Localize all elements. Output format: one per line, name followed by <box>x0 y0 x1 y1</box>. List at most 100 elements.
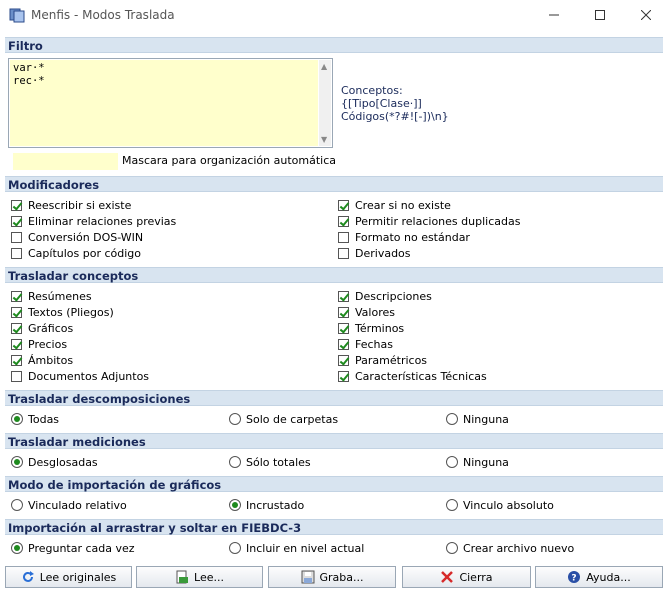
concepts-line: Conceptos: <box>341 84 403 97</box>
modificador-checkbox[interactable] <box>11 200 22 211</box>
button-label: Ayuda... <box>586 570 631 584</box>
arrastrar-radio[interactable] <box>11 542 23 554</box>
graficos-radio[interactable] <box>446 499 458 511</box>
section-trasladar-conceptos: Trasladar conceptos <box>5 267 663 283</box>
close-icon <box>641 10 651 20</box>
modificador-label: Crear si no existe <box>355 199 451 212</box>
lee-button[interactable]: Lee... <box>136 566 263 588</box>
filter-line: rec·* <box>13 75 45 87</box>
button-label: Lee... <box>194 570 224 584</box>
section-title: Modificadores <box>8 178 100 192</box>
concepto-checkbox[interactable] <box>11 371 22 382</box>
section-title: Trasladar conceptos <box>8 269 139 283</box>
button-label: Graba... <box>319 570 364 584</box>
concepto-label: Términos <box>355 322 405 335</box>
concepto-checkbox[interactable] <box>11 339 22 350</box>
concepts-hint: Conceptos: {[Tipo[Clase·]] Códigos(*?#![… <box>341 84 449 123</box>
section-mediciones: Trasladar mediciones <box>5 433 663 449</box>
descomposiciones-radio[interactable] <box>229 413 241 425</box>
modificador-checkbox[interactable] <box>338 216 349 227</box>
descomposiciones-option-label: Solo de carpetas <box>246 413 339 426</box>
section-filtro: Filtro <box>5 37 663 53</box>
concepto-label: Gráficos <box>28 322 74 335</box>
scroll-up-icon[interactable]: ▲ <box>321 62 327 71</box>
descomposiciones-radio[interactable] <box>11 413 23 425</box>
modificador-checkbox[interactable] <box>11 216 22 227</box>
modificador-checkbox[interactable] <box>338 248 349 259</box>
button-label: Lee originales <box>39 570 117 584</box>
section-arrastrar: Importación al arrastrar y soltar en FIE… <box>5 519 663 535</box>
close-window-button[interactable] <box>623 0 669 30</box>
modificador-label: Formato no estándar <box>355 231 470 244</box>
concepto-checkbox[interactable] <box>11 291 22 302</box>
modificador-checkbox[interactable] <box>11 232 22 243</box>
graficos-option-label: Vinculado relativo <box>28 499 127 512</box>
concepto-label: Textos (Pliegos) <box>28 306 114 319</box>
maximize-button[interactable] <box>577 0 623 30</box>
section-title: Filtro <box>8 39 43 53</box>
concepto-checkbox[interactable] <box>338 339 349 350</box>
concepto-label: Resúmenes <box>28 290 92 303</box>
concepto-checkbox[interactable] <box>338 371 349 382</box>
concepto-label: Paramétricos <box>355 354 428 367</box>
concepto-checkbox[interactable] <box>338 323 349 334</box>
section-graficos: Modo de importación de gráficos <box>5 476 663 492</box>
section-title: Trasladar mediciones <box>8 435 146 449</box>
open-icon <box>176 570 189 584</box>
section-modificadores: Modificadores <box>5 176 663 192</box>
concepto-label: Fechas <box>355 338 393 351</box>
filter-scrollbar[interactable]: ▲ ▼ <box>319 60 331 146</box>
arrastrar-radio[interactable] <box>229 542 241 554</box>
mediciones-option-label: Desglosadas <box>28 456 98 469</box>
modificador-checkbox[interactable] <box>338 232 349 243</box>
minimize-icon <box>549 14 559 16</box>
descomposiciones-radio[interactable] <box>446 413 458 425</box>
modificador-label: Capítulos por código <box>28 247 142 260</box>
lee-originales-button[interactable]: Lee originales <box>5 566 132 588</box>
refresh-icon <box>22 571 34 582</box>
concepto-checkbox[interactable] <box>11 355 22 366</box>
section-title: Trasladar descomposiciones <box>8 392 191 406</box>
mask-label: Mascara para organización automática <box>122 154 336 167</box>
mediciones-option-label: Ninguna <box>463 456 509 469</box>
concepto-checkbox[interactable] <box>338 291 349 302</box>
arrastrar-option-label: Preguntar cada vez <box>28 542 135 555</box>
concepts-line: {[Tipo[Clase·]] <box>341 97 422 110</box>
arrastrar-option-label: Incluir en nivel actual <box>246 542 365 555</box>
modificador-label: Derivados <box>355 247 411 260</box>
arrastrar-radio[interactable] <box>446 542 458 554</box>
modificador-label: Reescribir si existe <box>28 199 132 212</box>
mediciones-radio[interactable] <box>11 456 23 468</box>
graficos-option-label: Vinculo absoluto <box>463 499 554 512</box>
minimize-button[interactable] <box>531 0 577 30</box>
mediciones-radio[interactable] <box>446 456 458 468</box>
filter-textarea[interactable]: var·* rec·* ▲ ▼ <box>8 58 333 148</box>
window-title: Menfis - Modos Traslada <box>31 8 175 22</box>
modificador-checkbox[interactable] <box>11 248 22 259</box>
close-icon <box>441 571 454 583</box>
graba-button[interactable]: Graba... <box>268 566 396 588</box>
mask-input[interactable] <box>13 153 118 170</box>
arrastrar-option-label: Crear archivo nuevo <box>463 542 575 555</box>
concepto-label: Descripciones <box>355 290 432 303</box>
concepto-checkbox[interactable] <box>11 307 22 318</box>
concepto-label: Valores <box>355 306 395 319</box>
maximize-icon <box>595 10 605 20</box>
section-title: Modo de importación de gráficos <box>8 478 222 492</box>
graficos-option-label: Incrustado <box>246 499 305 512</box>
mediciones-option-label: Sólo totales <box>246 456 311 469</box>
graficos-radio[interactable] <box>229 499 241 511</box>
scroll-down-icon[interactable]: ▼ <box>321 135 327 144</box>
modificador-checkbox[interactable] <box>338 200 349 211</box>
svg-text:?: ? <box>572 574 577 584</box>
graficos-radio[interactable] <box>11 499 23 511</box>
concepto-checkbox[interactable] <box>338 307 349 318</box>
section-title: Importación al arrastrar y soltar en FIE… <box>8 521 302 535</box>
concepto-checkbox[interactable] <box>338 355 349 366</box>
cierra-button[interactable]: Cierra <box>402 566 531 588</box>
ayuda-button[interactable]: ? Ayuda... <box>535 566 663 588</box>
descomposiciones-option-label: Todas <box>28 413 60 426</box>
concepto-checkbox[interactable] <box>11 323 22 334</box>
mediciones-radio[interactable] <box>229 456 241 468</box>
filter-line: var·* <box>13 62 45 74</box>
